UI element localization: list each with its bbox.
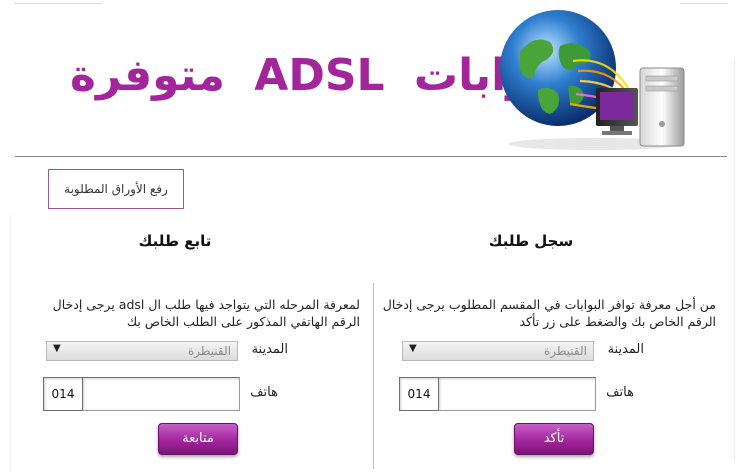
follow-track-button[interactable]: متابعة [158, 423, 238, 455]
left-edge-line [10, 215, 11, 472]
header-title-adsl: ADSL [254, 50, 385, 101]
follow-panel-title: تابع طلبك [138, 232, 212, 250]
follow-city-value: القنيطرة [187, 344, 231, 358]
globe-computer-network-logo [498, 6, 694, 152]
register-panel-title: سجل طلبك [488, 232, 574, 250]
register-confirm-button[interactable]: تأكد [514, 423, 594, 455]
header-title: متوفرة ADSL بوابات [70, 50, 550, 110]
follow-phone-prefix[interactable]: 014 [43, 377, 83, 411]
register-city-select[interactable]: القنيطرة ▼ [402, 341, 594, 361]
triangle-down-icon: ▼ [53, 343, 61, 354]
triangle-down-icon: ▼ [409, 343, 417, 354]
panels-divider [373, 283, 374, 469]
follow-phone-input[interactable] [82, 377, 240, 411]
register-city-value: القنيطرة [543, 344, 587, 358]
header: متوفرة ADSL بوابات [0, 0, 740, 157]
register-phone-prefix[interactable]: 014 [399, 377, 439, 411]
upload-required-papers-button[interactable]: رفع الأوراق المطلوبة [48, 169, 184, 209]
register-city-label: المدينة [607, 342, 644, 357]
follow-city-select[interactable]: القنيطرة ▼ [46, 341, 238, 361]
register-panel-description: من أجل معرفة توافر البوابات في المقسم ال… [382, 297, 716, 329]
register-phone-input[interactable] [438, 377, 596, 411]
follow-city-label: المدينة [251, 342, 288, 357]
follow-phone-label: هاتف [250, 385, 278, 400]
register-phone-label: هاتف [606, 385, 634, 400]
header-divider [15, 156, 727, 157]
header-title-available: متوفرة [70, 50, 225, 101]
follow-panel-description: لمعرفة المرحله التي يتواجد فيها طلب ال a… [52, 297, 360, 329]
